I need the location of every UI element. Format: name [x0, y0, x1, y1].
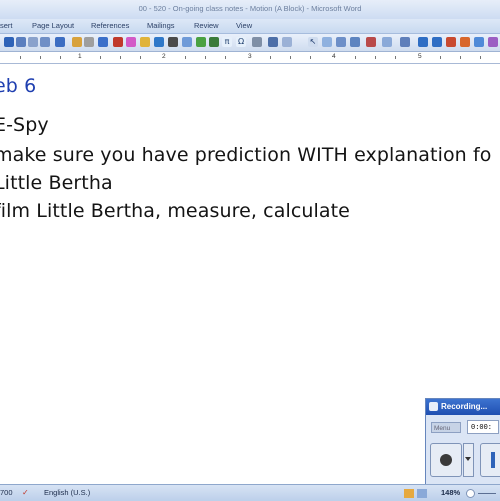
more-icon[interactable] [488, 37, 498, 47]
shape-icon[interactable] [252, 37, 262, 47]
border-icon[interactable] [382, 37, 392, 47]
note-line: Little Bertha [0, 172, 113, 194]
recorder-window[interactable]: Recording... Menu 0:00: [425, 398, 500, 486]
zoom-slider[interactable] [478, 493, 496, 494]
language-indicator[interactable]: English (U.S.) [44, 488, 90, 497]
print-icon[interactable] [28, 37, 38, 47]
horizontal-ruler[interactable]: 1 2 3 4 5 [0, 52, 500, 64]
select-icon[interactable]: ↖ [308, 37, 318, 47]
tab-view[interactable]: View [236, 21, 252, 30]
recorder-titlebar[interactable]: Recording... [426, 399, 500, 415]
ribbon-tabs: sert Page Layout References Mailings Rev… [0, 19, 500, 34]
spelling-icon[interactable] [55, 37, 65, 47]
omega-icon[interactable]: Ω [236, 37, 246, 47]
down-arrow-icon[interactable] [432, 37, 442, 47]
title-bar: 00 - 520 - On-going class notes - Motion… [0, 0, 500, 19]
ruler-mark: 2 [162, 53, 166, 60]
status-bar: 700 ✓ English (U.S.) 148% [0, 484, 500, 501]
recorder-title: Recording... [441, 402, 488, 411]
tab-references[interactable]: References [91, 21, 129, 30]
recorder-menu-button[interactable]: Menu [431, 422, 461, 433]
paste-icon[interactable] [72, 37, 82, 47]
copy-icon[interactable] [84, 37, 94, 47]
record-icon[interactable] [154, 37, 164, 47]
note-line: make sure you have prediction WITH expla… [0, 144, 492, 166]
spelling-status-icon[interactable]: ✓ [22, 488, 32, 498]
up-arrow-icon[interactable] [418, 37, 428, 47]
tab-page-layout[interactable]: Page Layout [32, 21, 74, 30]
quick-toolbar: π Ω ↖ [0, 34, 500, 52]
window-title: 00 - 520 - On-going class notes - Motion… [138, 4, 362, 13]
ruler-mark: 5 [418, 53, 422, 60]
full-screen-icon[interactable] [417, 489, 427, 498]
columns-icon[interactable] [350, 37, 360, 47]
tab-mailings[interactable]: Mailings [147, 21, 175, 30]
recorder-timer: 0:00: [467, 420, 499, 434]
recorder-stop-button[interactable] [480, 443, 500, 477]
ruler-icon[interactable] [400, 37, 410, 47]
preview-icon[interactable] [40, 37, 50, 47]
tab-insert[interactable]: sert [0, 21, 13, 30]
chart-icon[interactable] [196, 37, 206, 47]
delete-icon[interactable] [366, 37, 376, 47]
list-icon[interactable] [282, 37, 292, 47]
layout-icon[interactable] [336, 37, 346, 47]
stop-icon [491, 452, 495, 468]
word-count[interactable]: 700 [0, 488, 13, 497]
tab-review[interactable]: Review [194, 21, 219, 30]
save-icon[interactable] [4, 37, 14, 47]
recorder-app-icon [429, 402, 438, 411]
recorder-dropdown[interactable] [463, 443, 474, 477]
zoom-level[interactable]: 148% [441, 488, 460, 497]
note-line: film Little Bertha, measure, calculate [0, 200, 350, 222]
chevron-down-icon [465, 457, 471, 461]
note-line: E-Spy [0, 114, 49, 136]
rotate-icon[interactable] [446, 37, 456, 47]
zoom-out-icon[interactable] [466, 489, 475, 498]
highlighter-icon[interactable] [126, 37, 136, 47]
print-layout-icon[interactable] [404, 489, 414, 498]
open-icon[interactable] [16, 37, 26, 47]
ruler-mark: 3 [248, 53, 252, 60]
undo-icon[interactable] [98, 37, 108, 47]
table-icon[interactable] [182, 37, 192, 47]
record-dot-icon [440, 454, 452, 466]
ruler-mark: 1 [78, 53, 82, 60]
paint-icon[interactable] [140, 37, 150, 47]
arrow-icon[interactable] [168, 37, 178, 47]
pi-icon[interactable]: π [222, 37, 232, 47]
pen-icon[interactable] [113, 37, 123, 47]
indent-icon[interactable] [268, 37, 278, 47]
window-icon[interactable] [474, 37, 484, 47]
date-heading: eb 6 [0, 75, 37, 97]
ruler-mark: 4 [332, 53, 336, 60]
grid-icon[interactable] [322, 37, 332, 47]
recorder-pause-button[interactable] [430, 443, 462, 477]
note-icon[interactable] [460, 37, 470, 47]
sigma-icon[interactable] [209, 37, 219, 47]
